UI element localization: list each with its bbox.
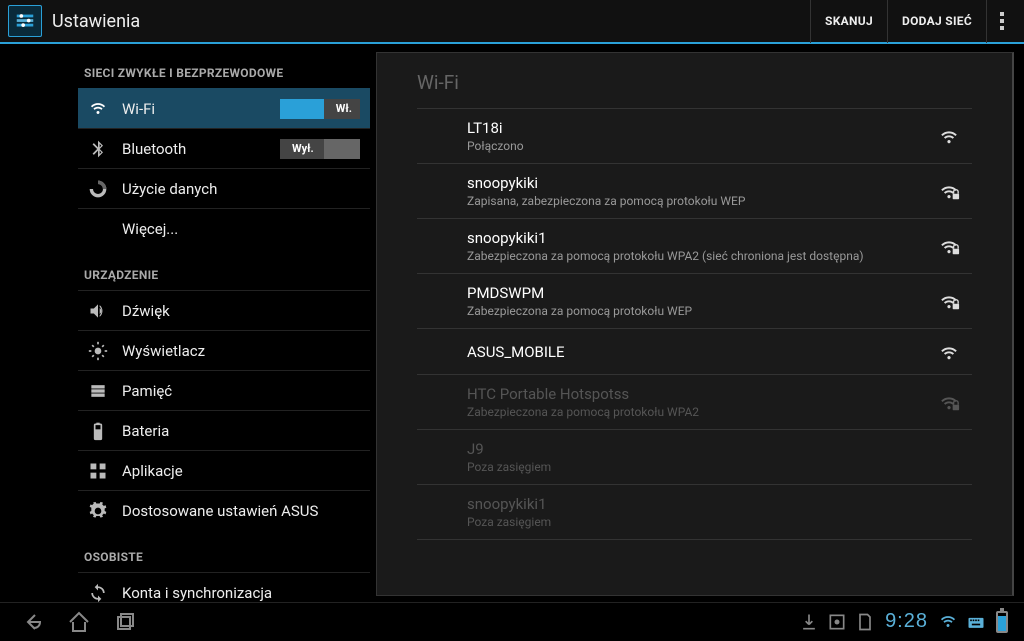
sidebar-item-label: Wyświetlacz: [122, 342, 360, 360]
wifi-signal-icon: [938, 290, 960, 312]
sidebar-item-asus[interactable]: Dostosowane ustawień ASUS: [78, 490, 370, 530]
network-item[interactable]: snoopykiki1 Zabezpieczona za pomocą proto…: [417, 218, 972, 273]
sidebar-item-display[interactable]: Wyświetlacz: [78, 330, 370, 370]
network-name: snoopykiki1: [467, 229, 922, 247]
sidebar-item-label: Wi-Fi: [122, 100, 266, 118]
battery-icon: [88, 421, 108, 441]
add-network-button[interactable]: DODAJ SIEĆ: [887, 0, 986, 43]
network-name: snoopykiki1: [467, 495, 922, 513]
sidebar-item-bluetooth[interactable]: Bluetooth Wył.: [78, 128, 370, 168]
sidebar-item-label: Bateria: [122, 422, 360, 440]
apps-icon: [88, 461, 108, 481]
sidebar-item-storage[interactable]: Pamięć: [78, 370, 370, 410]
sidebar-item-label: Więcej...: [122, 220, 360, 238]
sidebar-item-label: Konta i synchronizacja: [122, 584, 360, 602]
network-item[interactable]: snoopykiki1 Poza zasięgiem: [417, 484, 972, 540]
detail-pane: Wi-Fi LT18i Połączono snoopykiki Zapisana, …: [376, 52, 1014, 596]
section-header-wireless: SIECI ZWYKŁE I BEZPRZEWODOWE: [78, 46, 370, 88]
wifi-signal-icon: [938, 341, 960, 363]
bluetooth-icon: [88, 139, 108, 159]
network-item[interactable]: J9 Poza zasięgiem: [417, 429, 972, 484]
sidebar-item-data-usage[interactable]: Użycie danych: [78, 168, 370, 208]
network-list: LT18i Połączono snoopykiki Zapisana, zabezp…: [417, 108, 972, 540]
network-item[interactable]: HTC Portable Hotspotss Zabezpieczona za p…: [417, 374, 972, 429]
sidebar-item-battery[interactable]: Bateria: [78, 410, 370, 450]
sidebar-item-label: Dostosowane ustawień ASUS: [122, 502, 360, 520]
section-header-personal: OSOBISTE: [78, 530, 370, 572]
sidebar-item-accounts[interactable]: Konta i synchronizacja: [78, 572, 370, 602]
network-subtitle: Zabezpieczona za pomocą protokołu WEP: [467, 304, 922, 318]
network-subtitle: Poza zasięgiem: [467, 515, 922, 529]
display-icon: [88, 341, 108, 361]
network-subtitle: Zabezpieczona za pomocą protokołu WPA2 (…: [467, 249, 922, 263]
sound-icon: [88, 301, 108, 321]
network-item[interactable]: PMDSWPM Zabezpieczona za pomocą protokołu…: [417, 273, 972, 328]
network-subtitle: Zabezpieczona za pomocą protokołu WPA2: [467, 405, 922, 419]
sidebar-item-more[interactable]: Więcej...: [78, 208, 370, 248]
wifi-signal-icon: [938, 391, 960, 413]
battery-status-icon: [996, 611, 1008, 633]
sidebar-item-label: Bluetooth: [122, 140, 266, 158]
back-button[interactable]: [10, 603, 56, 641]
sync-icon: [88, 583, 108, 603]
wifi-signal-icon: [938, 235, 960, 257]
clock: 9:28: [885, 610, 928, 633]
section-header-device: URZĄDZENIE: [78, 248, 370, 290]
keyboard-status-icon: [962, 603, 990, 641]
storage-icon: [88, 381, 108, 401]
overflow-menu-button[interactable]: [986, 0, 1016, 43]
blank-icon: [88, 219, 108, 239]
network-name: LT18i: [467, 119, 922, 137]
network-subtitle: Zapisana, zabezpieczona za pomocą protok…: [467, 194, 922, 208]
sidebar-item-wifi[interactable]: Wi-Fi Wł.: [78, 88, 370, 128]
gear-icon: [88, 501, 108, 521]
sidebar-item-sound[interactable]: Dźwięk: [78, 290, 370, 330]
network-subtitle: Połączono: [467, 139, 922, 153]
wifi-signal-icon: [938, 125, 960, 147]
sdcard-icon: [851, 603, 879, 641]
system-bar: 9:28: [0, 602, 1024, 640]
download-icon: [795, 603, 823, 641]
wifi-icon: [88, 99, 108, 119]
home-button[interactable]: [56, 603, 102, 641]
network-subtitle: Poza zasięgiem: [467, 460, 922, 474]
network-item[interactable]: snoopykiki Zapisana, zabezpieczona za pom…: [417, 163, 972, 218]
screenshot-icon: [823, 603, 851, 641]
sidebar-item-label: Dźwięk: [122, 302, 360, 320]
network-name: J9: [467, 440, 922, 458]
recent-apps-button[interactable]: [102, 603, 148, 641]
scan-button[interactable]: SKANUJ: [810, 0, 887, 43]
sidebar-item-label: Aplikacje: [122, 462, 360, 480]
action-bar: Ustawienia SKANUJ DODAJ SIEĆ: [0, 0, 1024, 44]
sidebar-item-label: Użycie danych: [122, 180, 360, 198]
sidebar-item-label: Pamięć: [122, 382, 360, 400]
wifi-signal-icon: [938, 180, 960, 202]
wifi-toggle[interactable]: Wł.: [280, 99, 360, 119]
page-title: Ustawienia: [52, 11, 140, 32]
bluetooth-toggle[interactable]: Wył.: [280, 139, 360, 159]
network-item[interactable]: LT18i Połączono: [417, 108, 972, 163]
settings-sidebar: SIECI ZWYKŁE I BEZPRZEWODOWE Wi-Fi Wł. B…: [0, 46, 370, 602]
network-name: PMDSWPM: [467, 284, 922, 302]
wifi-status-icon: [934, 603, 962, 641]
network-name: ASUS_MOBILE: [467, 343, 922, 361]
sidebar-item-apps[interactable]: Aplikacje: [78, 450, 370, 490]
settings-app-icon: [8, 5, 42, 37]
detail-title: Wi-Fi: [417, 53, 972, 108]
data-usage-icon: [88, 179, 108, 199]
network-name: HTC Portable Hotspotss: [467, 385, 922, 403]
network-item[interactable]: ASUS_MOBILE: [417, 328, 972, 374]
network-name: snoopykiki: [467, 174, 922, 192]
overflow-icon: [1000, 12, 1004, 30]
